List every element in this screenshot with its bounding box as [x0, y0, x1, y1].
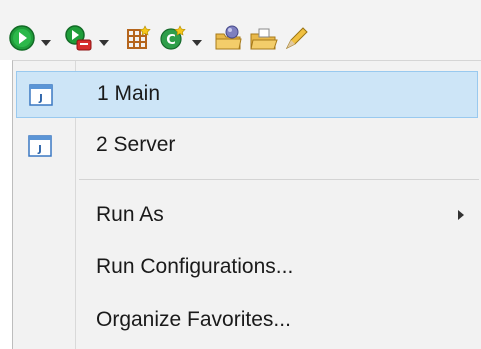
new-class-icon: [127, 25, 151, 49]
main-toolbar: C: [0, 0, 481, 60]
menu-item-label: Run Configurations...: [96, 255, 294, 278]
new-java-element-icon: C: [160, 25, 186, 50]
menu-item-server[interactable]: J 2 Server: [16, 123, 478, 169]
menu-item-run-configurations[interactable]: Run Configurations...: [16, 245, 478, 289]
menu-item-main[interactable]: J 1 Main: [16, 71, 478, 118]
menu-item-label: 1 Main: [97, 82, 161, 105]
new-java-element-button[interactable]: C: [158, 24, 186, 52]
menu-item-label: 2 Server: [96, 133, 176, 156]
chevron-down-icon: [41, 40, 51, 46]
open-task-icon: [250, 28, 278, 50]
menu-item-organize-favorites[interactable]: Organize Favorites...: [16, 298, 478, 342]
external-tools-dropdown-button[interactable]: [97, 35, 111, 46]
editor-edge: [0, 60, 12, 349]
chevron-down-icon: [99, 40, 109, 46]
run-icon: [9, 25, 35, 51]
menu-item-label: Run As: [96, 203, 164, 226]
svg-text:J: J: [38, 93, 43, 104]
external-tools-button[interactable]: [64, 24, 92, 52]
chevron-down-icon: [192, 40, 202, 46]
menu-item-label: Organize Favorites...: [96, 308, 291, 331]
java-launch-icon: J: [29, 84, 53, 106]
run-button[interactable]: [8, 24, 36, 52]
java-launch-icon: J: [28, 135, 52, 157]
svg-text:C: C: [166, 33, 176, 48]
open-type-icon: [215, 25, 242, 50]
new-class-button[interactable]: [124, 24, 152, 52]
menu-item-run-as[interactable]: Run As: [16, 193, 478, 237]
menu-separator: [79, 179, 479, 180]
run-dropdown-menu: J 1 Main J 2 Server Run As Run Configura…: [12, 60, 481, 349]
submenu-arrow-icon: [458, 210, 464, 220]
open-type-button[interactable]: [214, 24, 242, 52]
run-dropdown-button[interactable]: [39, 35, 53, 46]
pencil-button[interactable]: [283, 24, 311, 52]
open-task-button[interactable]: [249, 24, 278, 52]
new-java-element-dropdown-button[interactable]: [190, 35, 204, 46]
svg-text:J: J: [37, 144, 42, 155]
debug-external-tools-icon: [65, 25, 92, 51]
pencil-icon: [285, 27, 308, 50]
